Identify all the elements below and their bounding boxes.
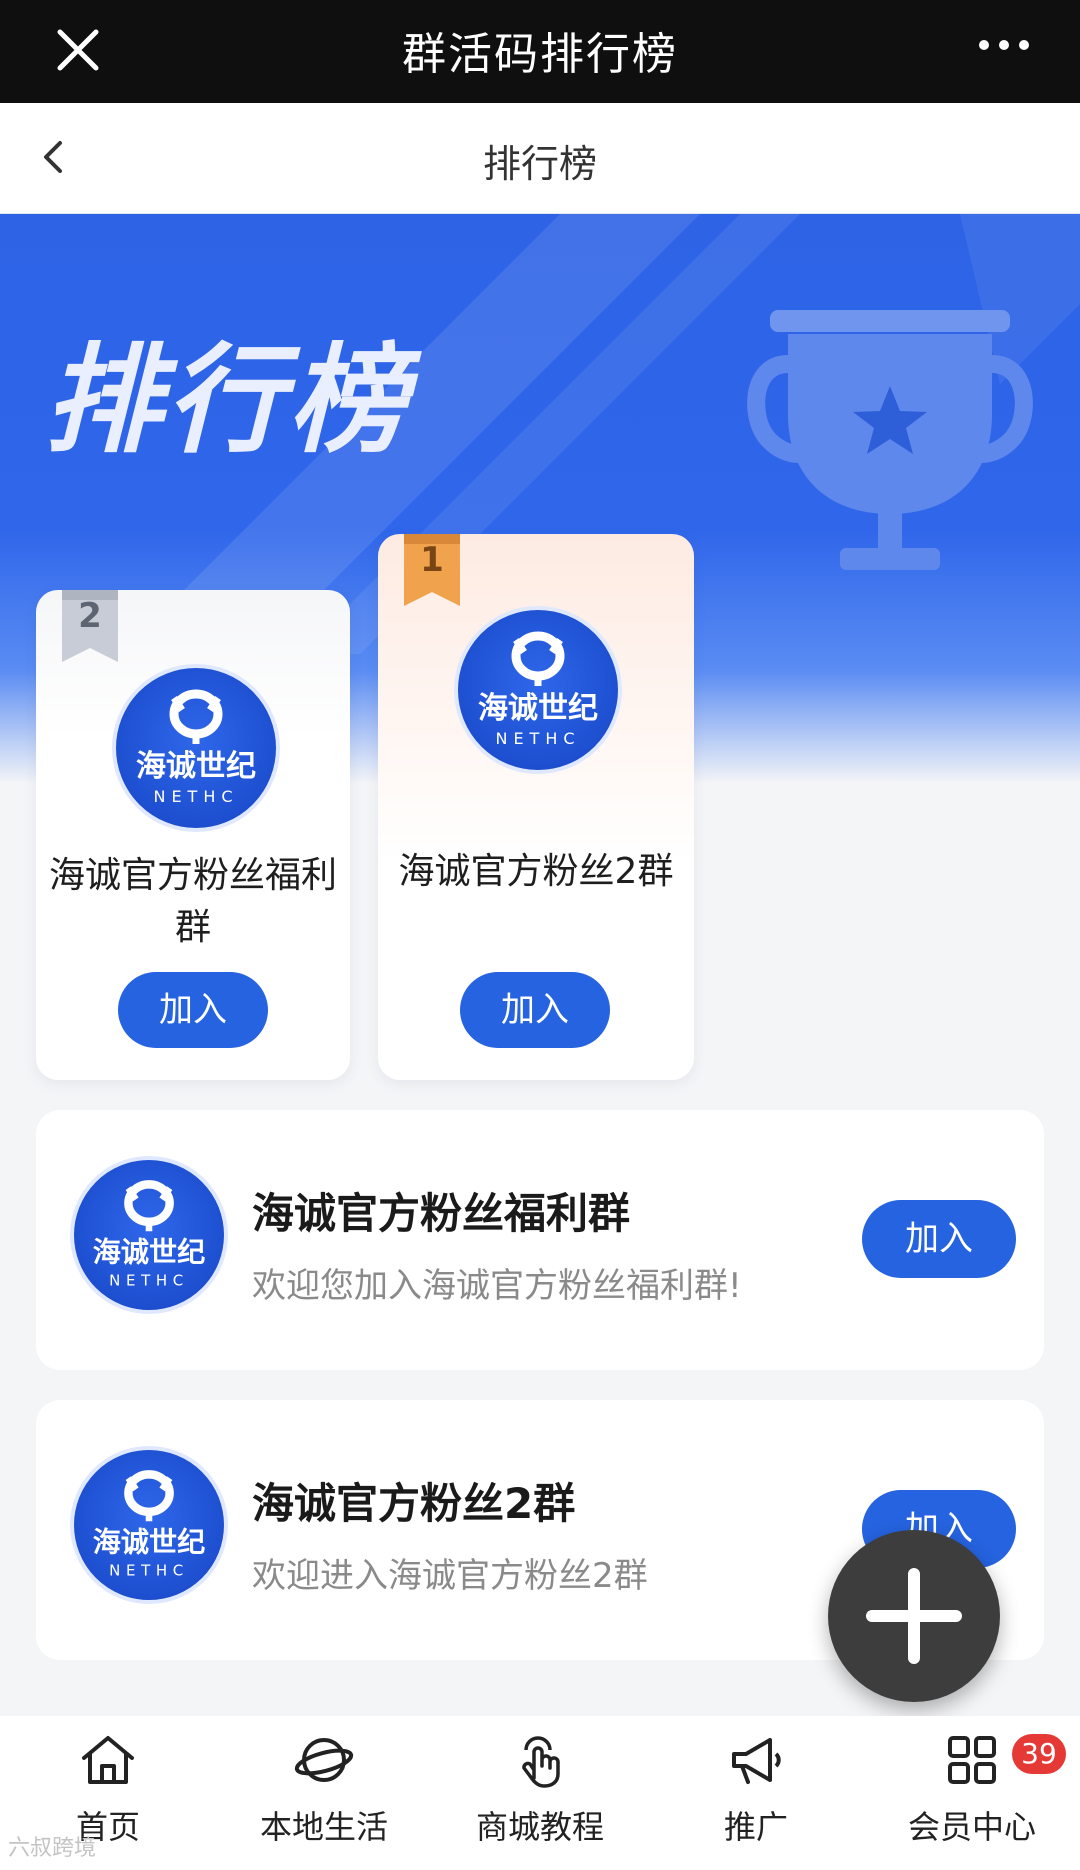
nav-bar: 排行榜	[0, 103, 1080, 215]
nethc-logo-icon: 海诚世纪 NETHC	[93, 1180, 205, 1290]
top-bar: 群活码排行榜	[0, 0, 1080, 103]
bottom-tab-bar: 首页 本地生活 商城教程 推广 会员中心	[0, 1716, 1080, 1870]
join-button[interactable]: 加入	[460, 972, 610, 1048]
tab-local-life[interactable]: 本地生活	[216, 1716, 432, 1870]
list-item: 海诚世纪 NETHC 海诚官方粉丝福利群 欢迎您加入海诚官方粉丝福利群! 加入	[36, 1110, 1044, 1370]
banner-title: 排行榜	[44, 331, 411, 469]
floating-add-button[interactable]	[828, 1530, 1000, 1702]
group-description: 欢迎进入海诚官方粉丝2群	[252, 1556, 648, 1596]
megaphone-icon	[726, 1730, 786, 1790]
group-description: 欢迎您加入海诚官方粉丝福利群!	[252, 1266, 742, 1306]
logo-en-text: NETHC	[109, 1562, 189, 1580]
logo-cn-text: 海诚世纪	[93, 1235, 205, 1268]
watermark: 六叔跨境	[8, 1836, 97, 1861]
tab-label: 商城教程	[475, 1808, 604, 1846]
group-avatar: 海诚世纪 NETHC	[70, 1156, 228, 1314]
join-button[interactable]: 加入	[862, 1200, 1016, 1278]
notification-badge: 39	[1012, 1734, 1066, 1774]
tab-label: 会员中心	[907, 1808, 1036, 1846]
rank-ribbon-gold: 1	[404, 534, 460, 606]
rank-number: 1	[420, 540, 444, 580]
nethc-logo-icon: 海诚世纪 NETHC	[93, 1470, 205, 1580]
logo-cn-text: 海诚世纪	[478, 691, 598, 726]
plus-icon	[866, 1568, 962, 1664]
group-name: 海诚官方粉丝2群	[252, 1479, 576, 1528]
tab-label: 推广	[723, 1808, 788, 1846]
tab-mall-tutorial[interactable]: 商城教程	[432, 1716, 648, 1870]
join-button[interactable]: 加入	[118, 972, 268, 1048]
group-avatar: 海诚世纪 NETHC	[454, 606, 622, 774]
trophy-icon	[740, 294, 1040, 594]
group-name: 海诚官方粉丝福利群	[252, 1189, 631, 1238]
logo-cn-text: 海诚世纪	[93, 1525, 205, 1558]
more-icon[interactable]	[976, 30, 1032, 60]
logo-en-text: NETHC	[109, 1272, 189, 1290]
podium-card-rank-1: 1 海诚世纪 NETHC 海诚官方粉丝2群 加入	[378, 534, 694, 1080]
logo-cn-text: 海诚世纪	[136, 749, 256, 784]
group-avatar: 海诚世纪 NETHC	[112, 664, 280, 832]
group-name: 海诚官方粉丝福利群	[48, 855, 337, 948]
logo-en-text: NETHC	[495, 729, 580, 748]
logo-en-text: NETHC	[153, 787, 238, 806]
group-avatar: 海诚世纪 NETHC	[70, 1446, 228, 1604]
tab-label: 本地生活	[259, 1808, 388, 1846]
group-name: 海诚官方粉丝2群	[398, 851, 674, 892]
rank-number: 2	[78, 596, 102, 636]
podium-card-rank-2: 2 海诚世纪 NETHC 海诚官方粉丝福利群 加入	[36, 590, 350, 1080]
touch-icon	[510, 1730, 570, 1790]
tab-promotion[interactable]: 推广	[648, 1716, 864, 1870]
rank-ribbon-silver: 2	[62, 590, 118, 662]
close-icon[interactable]	[50, 22, 106, 78]
page-title: 排行榜	[482, 142, 597, 186]
home-icon	[78, 1730, 138, 1790]
nethc-logo-icon: 海诚世纪 NETHC	[136, 689, 256, 806]
planet-icon	[294, 1730, 354, 1790]
nethc-logo-icon: 海诚世纪 NETHC	[478, 631, 598, 748]
grid-icon	[942, 1730, 1002, 1790]
window-title: 群活码排行榜	[402, 29, 678, 80]
